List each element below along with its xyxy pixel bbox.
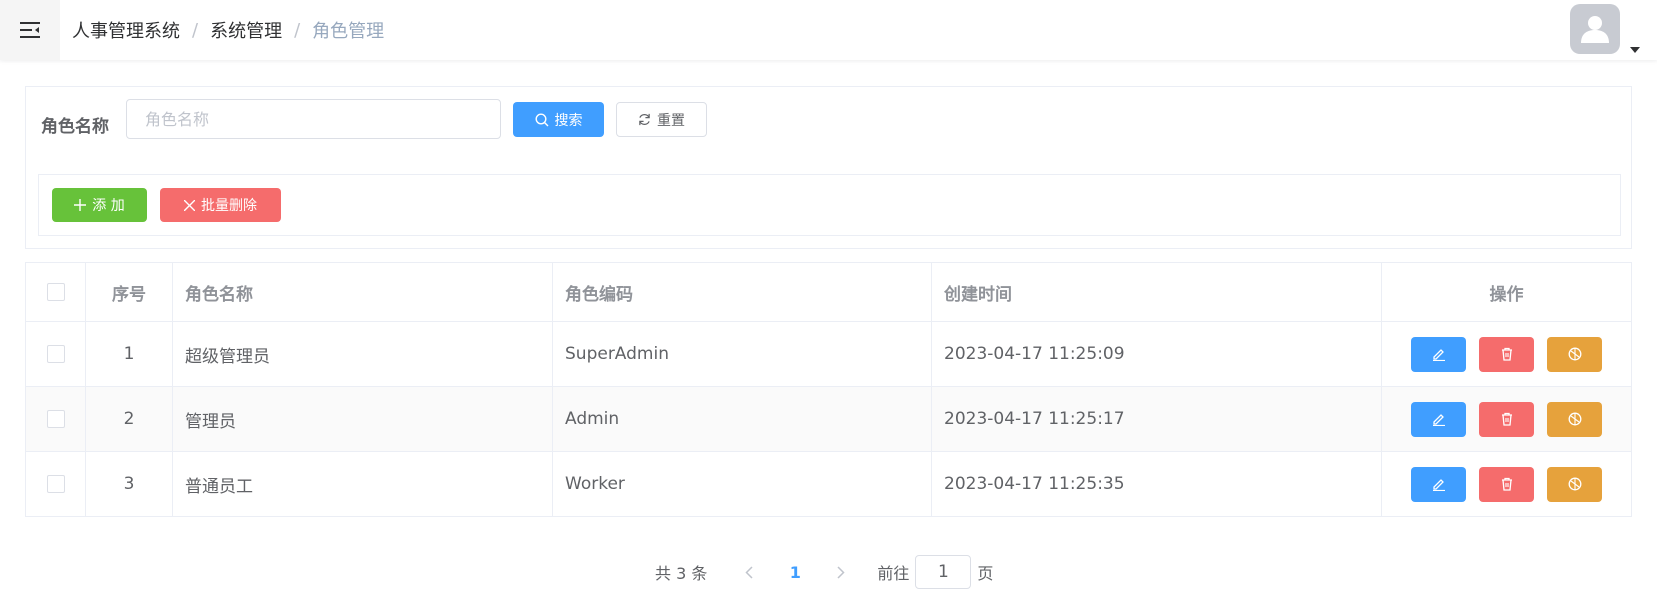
- row-checkbox[interactable]: [46, 475, 65, 493]
- row-created-time: 2023-04-17 11:25:17: [932, 387, 1382, 451]
- permission-icon: [1568, 477, 1581, 491]
- edit-icon: [1432, 349, 1445, 361]
- column-header-created-time: 创建时间: [932, 263, 1382, 321]
- add-button-label: 添 加: [92, 198, 125, 214]
- breadcrumb-separator: /: [294, 19, 301, 41]
- delete-icon: [1501, 347, 1512, 361]
- role-name-search-input[interactable]: [126, 99, 501, 139]
- delete-icon: [1501, 477, 1512, 491]
- permission-button[interactable]: [1547, 401, 1602, 437]
- table-header-row: 序号 角色名称 角色编码 创建时间 操作: [26, 263, 1631, 322]
- column-header-index: 序号: [86, 263, 173, 321]
- row-actions: [1382, 322, 1631, 386]
- breadcrumb-item-system[interactable]: 人事管理系统: [72, 17, 180, 43]
- row-role-code: SuperAdmin: [553, 322, 932, 386]
- column-header-actions: 操作: [1489, 284, 1524, 305]
- row-actions: [1382, 452, 1631, 516]
- delete-icon: [1501, 412, 1512, 426]
- row-role-code: Admin: [553, 387, 932, 451]
- row-role-name: 普通员工: [173, 452, 553, 516]
- goto-prefix-label: 前往: [877, 564, 910, 583]
- delete-button[interactable]: [1479, 336, 1534, 372]
- role-name-label: 角色名称: [41, 117, 109, 137]
- goto-suffix-label: 页: [977, 564, 994, 583]
- row-role-code: Worker: [553, 452, 932, 516]
- row-actions: [1382, 387, 1631, 451]
- user-avatar-icon[interactable]: [1570, 4, 1620, 54]
- row-index: 2: [86, 387, 173, 451]
- close-icon: [184, 199, 195, 211]
- search-panel: 角色名称 搜索 重置 添 加 批量删除: [25, 86, 1632, 249]
- table-row: 2 管理员 Admin 2023-04-17 11:25:17: [26, 387, 1631, 452]
- row-select-cell: [26, 322, 86, 386]
- top-navbar: 人事管理系统 / 系统管理 / 角色管理: [0, 0, 1657, 60]
- row-checkbox[interactable]: [46, 345, 65, 363]
- column-header-role-name: 角色名称: [173, 263, 553, 321]
- permission-button[interactable]: [1547, 466, 1602, 502]
- reset-button-label: 重置: [657, 112, 685, 129]
- edit-icon: [1432, 414, 1445, 426]
- action-toolbar: 添 加 批量删除: [38, 174, 1621, 236]
- search-button[interactable]: 搜索: [513, 102, 604, 137]
- row-created-time: 2023-04-17 11:25:09: [932, 322, 1382, 386]
- permission-icon: [1568, 412, 1581, 426]
- edit-button[interactable]: [1411, 466, 1466, 502]
- next-page-chevron-right-icon[interactable]: [825, 557, 857, 587]
- edit-button[interactable]: [1411, 336, 1466, 372]
- batch-delete-button-label: 批量删除: [201, 198, 257, 214]
- row-select-cell: [26, 452, 86, 516]
- table-row: 3 普通员工 Worker 2023-04-17 11:25:35: [26, 452, 1631, 517]
- pagination-total: 共 3 条: [655, 564, 708, 583]
- select-all-cell: [26, 263, 86, 321]
- row-index: 3: [86, 452, 173, 516]
- breadcrumb: 人事管理系统 / 系统管理 / 角色管理: [72, 0, 384, 60]
- row-checkbox[interactable]: [46, 410, 65, 428]
- edit-button[interactable]: [1411, 401, 1466, 437]
- pagination: 共 3 条 1 前往 页: [655, 555, 993, 589]
- edit-icon: [1432, 479, 1445, 491]
- search-icon: [534, 112, 548, 126]
- reset-button[interactable]: 重置: [616, 102, 707, 137]
- plus-icon: [74, 199, 87, 211]
- refresh-icon: [639, 113, 650, 126]
- search-button-label: 搜索: [554, 112, 583, 129]
- goto-page-input[interactable]: [915, 555, 972, 589]
- row-role-name: 管理员: [173, 387, 553, 451]
- table-row: 1 超级管理员 SuperAdmin 2023-04-17 11:25:09: [26, 322, 1631, 387]
- prev-page-chevron-left-icon[interactable]: [733, 557, 765, 587]
- row-select-cell: [26, 387, 86, 451]
- page-number-current[interactable]: 1: [765, 563, 825, 582]
- row-index: 1: [86, 322, 173, 386]
- delete-button[interactable]: [1479, 466, 1534, 502]
- row-role-name: 超级管理员: [173, 322, 553, 386]
- column-header-role-code: 角色编码: [553, 263, 932, 321]
- caret-down-icon[interactable]: [1630, 38, 1640, 57]
- fold-menu-icon[interactable]: [0, 0, 60, 60]
- batch-delete-button[interactable]: 批量删除: [160, 188, 281, 222]
- delete-button[interactable]: [1479, 401, 1534, 437]
- breadcrumb-item-role-management: 角色管理: [312, 21, 385, 42]
- breadcrumb-separator: /: [192, 19, 199, 41]
- permission-button[interactable]: [1547, 336, 1602, 372]
- row-created-time: 2023-04-17 11:25:35: [932, 452, 1382, 516]
- breadcrumb-item-system-management[interactable]: 系统管理: [210, 17, 282, 43]
- page-jumper: 前往 页: [877, 555, 993, 589]
- select-all-checkbox[interactable]: [46, 283, 65, 301]
- add-button[interactable]: 添 加: [52, 188, 147, 222]
- role-table: 序号 角色名称 角色编码 创建时间 操作 1 超级管理员 SuperAdmin …: [25, 262, 1632, 517]
- permission-icon: [1568, 347, 1581, 361]
